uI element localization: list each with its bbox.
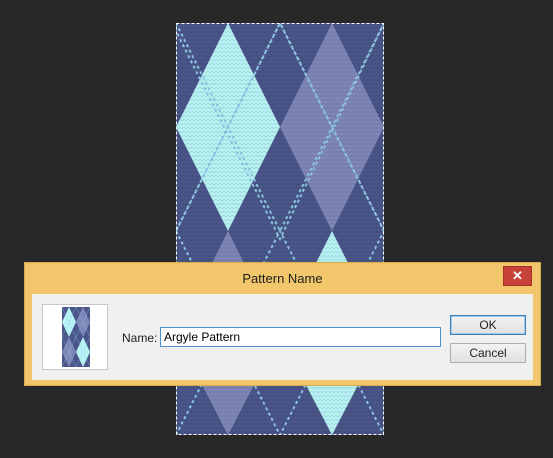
pattern-thumbnail xyxy=(62,307,90,367)
cancel-button[interactable]: Cancel xyxy=(450,343,526,363)
name-label: Name: xyxy=(122,331,158,345)
dialog-title: Pattern Name xyxy=(242,271,323,286)
close-icon: ✕ xyxy=(512,268,523,283)
dialog-body: Name: OK Cancel xyxy=(32,294,533,380)
pattern-name-dialog: Pattern Name ✕ Name: OK Cancel xyxy=(24,262,541,386)
ok-button[interactable]: OK xyxy=(450,315,526,335)
pattern-thumbnail-frame xyxy=(42,304,108,370)
pattern-name-input[interactable] xyxy=(160,327,441,347)
close-button[interactable]: ✕ xyxy=(503,266,532,286)
dialog-titlebar[interactable]: Pattern Name ✕ xyxy=(25,263,540,293)
workspace-canvas xyxy=(0,0,553,458)
